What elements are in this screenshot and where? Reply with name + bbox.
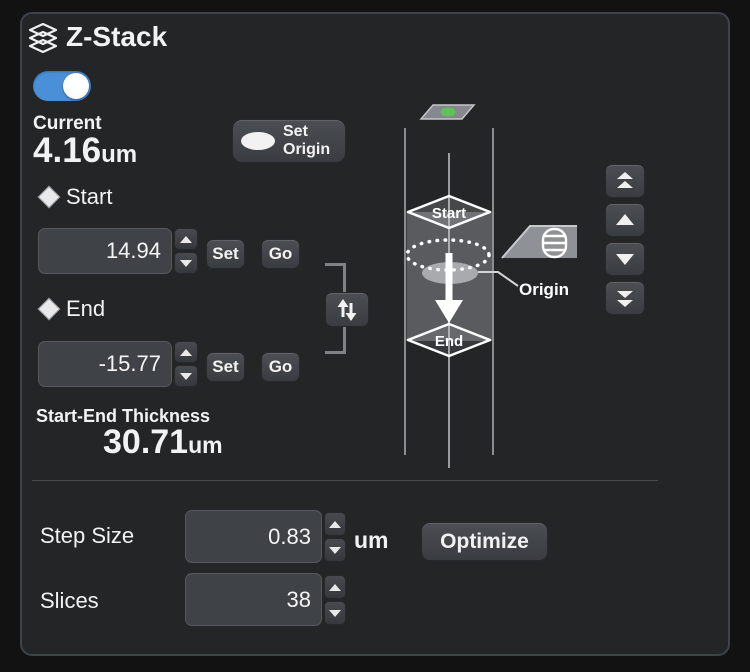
end-label: End <box>66 296 105 322</box>
end-set-button[interactable]: Set <box>206 352 245 382</box>
end-position-input[interactable] <box>38 341 172 387</box>
green-indicator <box>441 108 456 117</box>
z-stack-panel-screenshot: Z-Stack Current 4.16um SetOrigin Start S… <box>0 0 750 672</box>
slices-label: Slices <box>40 588 99 614</box>
set-origin-button[interactable]: SetOrigin <box>232 119 346 163</box>
down-arrow-icon <box>180 373 192 380</box>
step-size-spin-up-button[interactable] <box>324 512 346 536</box>
origin-label: Origin <box>519 280 569 299</box>
end-spin-down-button[interactable] <box>174 365 198 387</box>
origin-ellipse-icon <box>241 132 275 150</box>
slices-spin-up-button[interactable] <box>324 575 346 599</box>
page-title: Z-Stack <box>66 21 167 53</box>
step-size-unit: um <box>354 527 389 554</box>
down-arrow-icon <box>615 251 635 267</box>
set-origin-label: SetOrigin <box>283 123 330 159</box>
start-go-button[interactable]: Go <box>261 239 300 269</box>
z-move-down-button[interactable] <box>605 242 645 276</box>
down-arrow-icon <box>180 260 192 267</box>
optimize-button[interactable]: Optimize <box>421 522 548 561</box>
start-spin-down-button[interactable] <box>174 252 198 274</box>
end-go-button[interactable]: Go <box>261 352 300 382</box>
current-value: 4.16um <box>33 131 137 171</box>
up-arrow-icon <box>615 212 635 228</box>
start-position-input[interactable] <box>38 228 172 274</box>
toggle-knob <box>63 73 89 99</box>
up-arrow-icon <box>180 236 192 243</box>
current-value-unit: um <box>101 141 137 168</box>
z-stack-enable-toggle[interactable] <box>33 71 91 101</box>
down-arrow-icon <box>329 610 341 617</box>
slices-input[interactable] <box>185 573 322 626</box>
down-arrow-icon <box>329 547 341 554</box>
z-stack-visualization: Start End Origin <box>378 95 600 475</box>
up-arrow-icon <box>329 584 341 591</box>
z-move-bottom-button[interactable] <box>605 281 645 315</box>
step-size-label: Step Size <box>40 523 134 549</box>
swap-arrows-icon <box>334 298 360 322</box>
thickness-value-unit: um <box>188 432 223 458</box>
end-spin-up-button[interactable] <box>174 341 198 363</box>
slices-spin-down-button[interactable] <box>324 601 346 625</box>
up-arrow-icon <box>329 521 341 528</box>
end-plane-label: End <box>435 333 463 350</box>
layers-icon <box>27 23 59 53</box>
double-up-arrow-icon <box>615 172 635 190</box>
double-down-arrow-icon <box>615 289 635 307</box>
step-size-input[interactable] <box>185 510 322 563</box>
thickness-value: 30.71um <box>103 423 223 462</box>
z-move-top-button[interactable] <box>605 164 645 198</box>
thickness-value-number: 30.71 <box>103 423 188 461</box>
start-label: Start <box>66 184 112 210</box>
start-spin-up-button[interactable] <box>174 228 198 250</box>
section-divider <box>32 480 658 481</box>
z-stack-panel <box>20 12 730 656</box>
step-size-spin-down-button[interactable] <box>324 538 346 562</box>
current-value-number: 4.16 <box>33 131 101 170</box>
start-plane-label: Start <box>432 205 466 222</box>
start-set-button[interactable]: Set <box>206 239 245 269</box>
up-arrow-icon <box>180 349 192 356</box>
z-move-up-button[interactable] <box>605 203 645 237</box>
swap-start-end-button[interactable] <box>325 292 369 327</box>
